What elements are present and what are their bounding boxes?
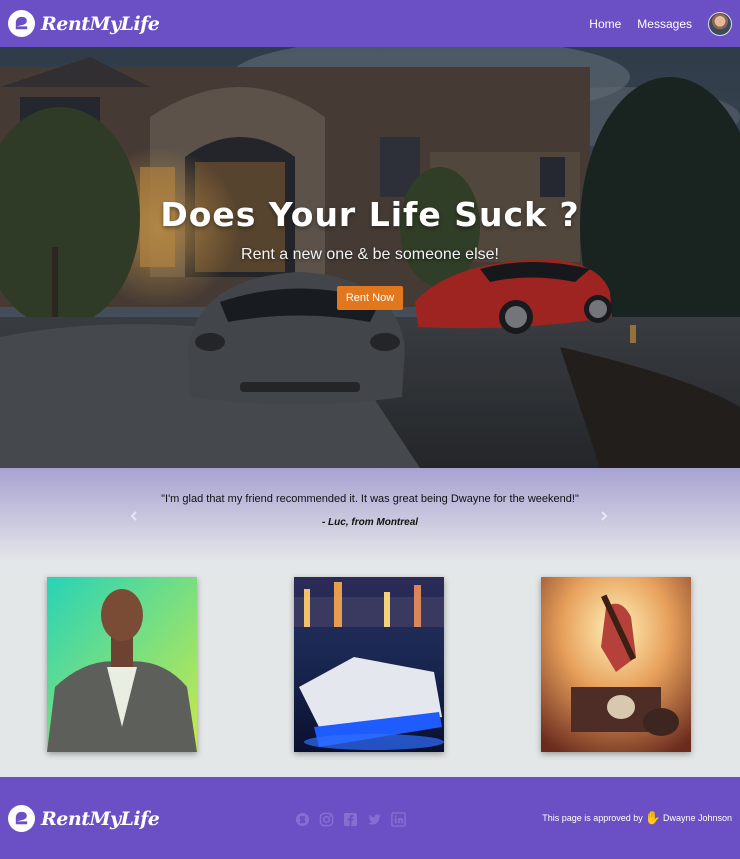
page-footer: RentMyLife This page is approved by ✋ Dw… bbox=[0, 777, 740, 859]
card-yacht[interactable] bbox=[294, 577, 444, 752]
facebook-icon[interactable] bbox=[343, 812, 358, 827]
testimonial-carousel: "I'm glad that my friend recommended it.… bbox=[0, 468, 740, 562]
hero-section: Does Your Life Suck ? Rent a new one & b… bbox=[0, 47, 740, 468]
nav-links: Home Messages bbox=[589, 11, 732, 36]
top-navbar: RentMyLife Home Messages bbox=[0, 0, 740, 47]
twitter-icon[interactable] bbox=[367, 812, 382, 827]
hero-subtitle: Rent a new one & be someone else! bbox=[241, 246, 499, 263]
card-guitarist[interactable] bbox=[541, 577, 691, 752]
linkedin-icon[interactable] bbox=[391, 812, 406, 827]
brand-name: RentMyLife bbox=[41, 12, 160, 35]
footer-brand-logo[interactable]: RentMyLife bbox=[8, 805, 160, 832]
approved-prefix: This page is approved by bbox=[542, 812, 643, 823]
nav-home-link[interactable]: Home bbox=[589, 17, 621, 31]
card-portrait-man[interactable] bbox=[47, 577, 197, 752]
user-avatar[interactable] bbox=[708, 11, 732, 36]
hero-title: Does Your Life Suck ? bbox=[160, 195, 580, 234]
approved-name: Dwayne Johnson bbox=[662, 812, 732, 823]
raised-hand-icon: ✋ bbox=[644, 810, 661, 825]
footer-brand-name: RentMyLife bbox=[41, 807, 160, 830]
social-links bbox=[295, 812, 406, 827]
portrait-man-image bbox=[47, 577, 197, 752]
carousel-next-arrow-icon[interactable] bbox=[598, 509, 610, 521]
logo-icon bbox=[8, 10, 35, 37]
approval-note: This page is approved by ✋ Dwayne Johnso… bbox=[542, 811, 732, 824]
logo-icon bbox=[8, 805, 35, 832]
hero-content: Does Your Life Suck ? Rent a new one & b… bbox=[0, 195, 740, 310]
yacht-image bbox=[294, 577, 444, 752]
guitarist-image bbox=[541, 577, 691, 752]
brand-logo[interactable]: RentMyLife bbox=[8, 10, 160, 37]
nav-messages-link[interactable]: Messages bbox=[637, 17, 692, 31]
github-icon[interactable] bbox=[295, 812, 310, 827]
testimonial-quote: "I'm glad that my friend recommended it.… bbox=[161, 493, 579, 505]
rent-now-button[interactable]: Rent Now bbox=[336, 286, 404, 310]
lifestyle-cards bbox=[0, 562, 740, 777]
testimonial-author: - Luc, from Montreal bbox=[321, 517, 419, 528]
instagram-icon[interactable] bbox=[319, 812, 334, 827]
